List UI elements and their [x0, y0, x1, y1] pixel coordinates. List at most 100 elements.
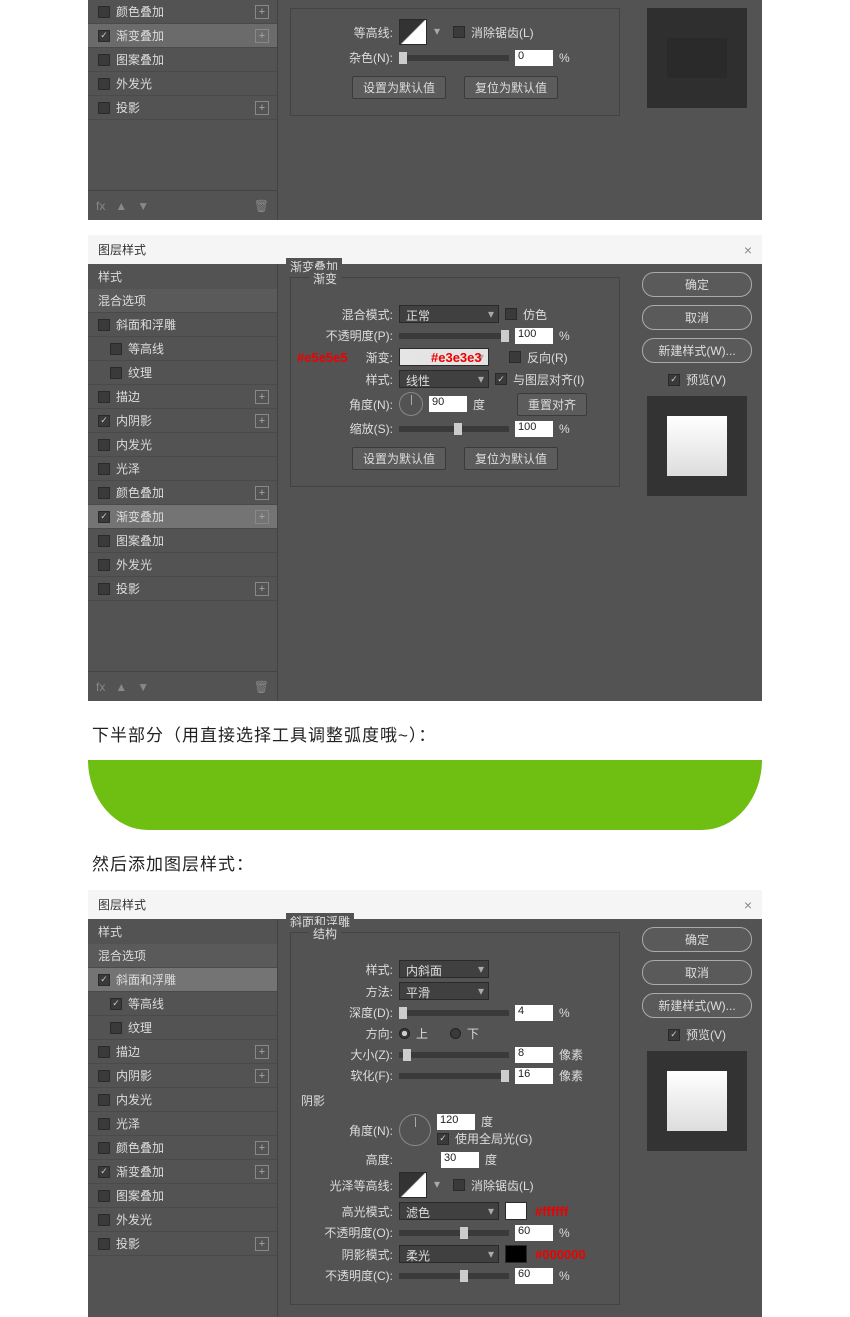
cb-satin[interactable]	[98, 1118, 110, 1130]
cb-reverse[interactable]	[509, 351, 521, 363]
noise-input[interactable]: 0	[515, 50, 553, 66]
plus-icon[interactable]: +	[255, 582, 269, 596]
cb-inner-glow[interactable]	[98, 439, 110, 451]
sh-op-input[interactable]: 60	[515, 1268, 553, 1284]
gloss-contour[interactable]	[399, 1172, 427, 1198]
plus-icon[interactable]: +	[255, 101, 269, 115]
cb-color-overlay[interactable]	[98, 6, 110, 18]
cb-grad-overlay[interactable]	[98, 511, 110, 523]
down-icon[interactable]: ▼	[137, 199, 149, 213]
plus-icon[interactable]: +	[255, 1141, 269, 1155]
reset-default-button[interactable]: 复位为默认值	[464, 76, 558, 99]
cb-color-overlay[interactable]	[98, 1142, 110, 1154]
cb-bevel[interactable]	[98, 974, 110, 986]
cb-outer-glow[interactable]	[98, 559, 110, 571]
cb-inner-glow[interactable]	[98, 1094, 110, 1106]
size-input[interactable]: 8	[515, 1047, 553, 1063]
ok-button[interactable]: 确定	[642, 927, 752, 952]
alt-input[interactable]: 30	[441, 1152, 479, 1168]
size-slider[interactable]	[399, 1052, 509, 1058]
soft-slider[interactable]	[399, 1073, 509, 1079]
cb-contour[interactable]	[110, 998, 122, 1010]
angle-dial[interactable]	[399, 392, 423, 416]
cb-stroke[interactable]	[98, 1046, 110, 1058]
sh-mode-select[interactable]: 柔光	[399, 1245, 499, 1263]
cb-inner-shadow[interactable]	[98, 415, 110, 427]
trash-icon[interactable]: 🗑	[254, 199, 269, 213]
soft-input[interactable]: 16	[515, 1068, 553, 1084]
cb-texture[interactable]	[110, 367, 122, 379]
radio-down[interactable]	[450, 1028, 461, 1039]
blend-options[interactable]: 混合选项	[88, 289, 277, 313]
cb-aa[interactable]	[453, 26, 465, 38]
styles-heading[interactable]: 样式	[88, 264, 277, 289]
plus-icon[interactable]: +	[255, 1237, 269, 1251]
new-style-button[interactable]: 新建样式(W)...	[642, 338, 752, 363]
up-icon[interactable]: ▲	[115, 199, 127, 213]
blend-mode-select[interactable]: 正常	[399, 305, 499, 323]
close-icon[interactable]: ×	[744, 242, 752, 258]
cb-preview[interactable]	[668, 374, 680, 386]
opacity-input[interactable]: 100	[515, 328, 553, 344]
reset-default-button[interactable]: 复位为默认值	[464, 447, 558, 470]
styles-heading[interactable]: 样式	[88, 919, 277, 944]
opacity-slider[interactable]	[399, 333, 509, 339]
blend-options[interactable]: 混合选项	[88, 944, 277, 968]
cb-drop-shadow[interactable]	[98, 1238, 110, 1250]
fx-icon[interactable]: fx	[96, 199, 105, 213]
cb-drop-shadow[interactable]	[98, 102, 110, 114]
depth-input[interactable]: 4	[515, 1005, 553, 1021]
cb-grad-overlay[interactable]	[98, 30, 110, 42]
sh-op-slider[interactable]	[399, 1273, 509, 1279]
cb-stroke[interactable]	[98, 391, 110, 403]
ok-button[interactable]: 确定	[642, 272, 752, 297]
noise-slider[interactable]	[399, 55, 509, 61]
cb-dither[interactable]	[505, 308, 517, 320]
sh-color[interactable]	[505, 1245, 527, 1263]
plus-icon[interactable]: +	[255, 1069, 269, 1083]
down-icon[interactable]: ▼	[137, 680, 149, 694]
plus-icon[interactable]: +	[255, 510, 269, 524]
gradient-picker[interactable]	[399, 348, 489, 366]
cb-pattern-overlay[interactable]	[98, 54, 110, 66]
cb-pattern-overlay[interactable]	[98, 535, 110, 547]
trash-icon[interactable]: 🗑	[254, 680, 269, 694]
plus-icon[interactable]: +	[255, 390, 269, 404]
cb-pattern-overlay[interactable]	[98, 1190, 110, 1202]
style-select[interactable]: 线性	[399, 370, 489, 388]
realign-button[interactable]: 重置对齐	[517, 393, 587, 416]
cb-drop-shadow[interactable]	[98, 583, 110, 595]
up-icon[interactable]: ▲	[115, 680, 127, 694]
cb-color-overlay[interactable]	[98, 487, 110, 499]
scale-input[interactable]: 100	[515, 421, 553, 437]
cb-align[interactable]	[495, 373, 507, 385]
cancel-button[interactable]: 取消	[642, 960, 752, 985]
cb-outer-glow[interactable]	[98, 1214, 110, 1226]
radio-up[interactable]	[399, 1028, 410, 1039]
fx-icon[interactable]: fx	[96, 680, 105, 694]
hi-op-input[interactable]: 60	[515, 1225, 553, 1241]
angle-dial[interactable]	[399, 1114, 431, 1146]
bevel-style-select[interactable]: 内斜面	[399, 960, 489, 978]
cb-texture[interactable]	[110, 1022, 122, 1034]
angle-input[interactable]: 120	[437, 1114, 475, 1130]
depth-slider[interactable]	[399, 1010, 509, 1016]
cb-global[interactable]	[437, 1133, 449, 1145]
hi-op-slider[interactable]	[399, 1230, 509, 1236]
cb-contour[interactable]	[110, 343, 122, 355]
plus-icon[interactable]: +	[255, 5, 269, 19]
cb-aa[interactable]	[453, 1179, 465, 1191]
cb-satin[interactable]	[98, 463, 110, 475]
angle-input[interactable]: 90	[429, 396, 467, 412]
cb-inner-shadow[interactable]	[98, 1070, 110, 1082]
hi-color[interactable]	[505, 1202, 527, 1220]
new-style-button[interactable]: 新建样式(W)...	[642, 993, 752, 1018]
plus-icon[interactable]: +	[255, 414, 269, 428]
bevel-method-select[interactable]: 平滑	[399, 982, 489, 1000]
plus-icon[interactable]: +	[255, 1045, 269, 1059]
scale-slider[interactable]	[399, 426, 509, 432]
plus-icon[interactable]: +	[255, 29, 269, 43]
cb-bevel[interactable]	[98, 319, 110, 331]
hi-mode-select[interactable]: 滤色	[399, 1202, 499, 1220]
cb-preview[interactable]	[668, 1029, 680, 1041]
